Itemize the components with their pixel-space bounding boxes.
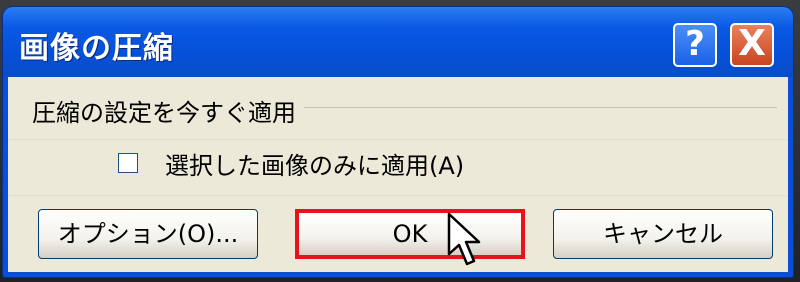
compress-pictures-dialog: 画像の圧縮 ? X 圧縮の設定を今すぐ適用 選択した画像のみに適用(A) オプシ… [3,7,793,277]
divider [8,139,788,140]
close-button[interactable]: X [730,23,774,67]
dialog-title: 画像の圧縮 [19,31,174,66]
ok-button[interactable]: OK [295,209,525,259]
checkbox-label[interactable]: 選択した画像のみに適用(A) [165,146,464,181]
help-button[interactable]: ? [673,23,717,67]
group-label: 圧縮の設定を今すぐ適用 [32,93,304,128]
divider [8,195,788,196]
close-icon: X [738,23,766,64]
selected-pictures-only-checkbox[interactable] [118,153,138,173]
help-icon: ? [685,24,705,64]
options-button[interactable]: オプション(O)... [38,209,258,259]
title-bar[interactable]: 画像の圧縮 ? X [3,7,793,77]
mouse-pointer-icon [447,212,481,266]
dialog-body: 圧縮の設定を今すぐ適用 選択した画像のみに適用(A) オプション(O)... O… [8,77,788,272]
cancel-button[interactable]: キャンセル [553,209,773,259]
